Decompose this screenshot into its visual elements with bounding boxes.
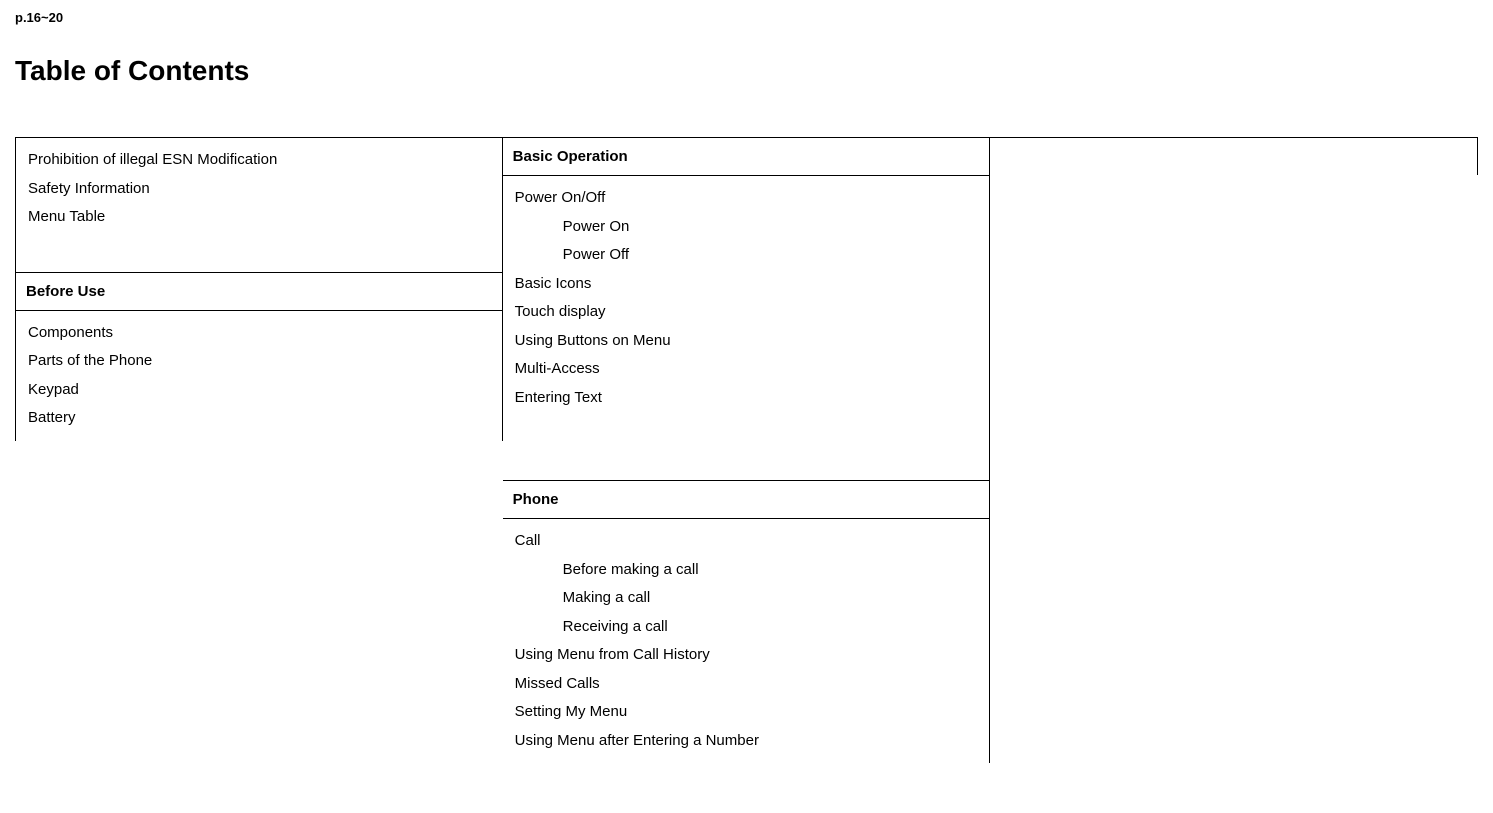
toc-column-3-empty <box>990 137 1478 175</box>
toc-entry: Using Menu after Entering a Number <box>513 727 980 756</box>
toc-section-phone-header: Phone <box>503 481 991 519</box>
toc-entry: Prohibition of illegal ESN Modification <box>26 146 492 175</box>
toc-entry: Menu Table <box>26 203 492 232</box>
toc-entry: Keypad <box>26 376 492 405</box>
toc-entry: Setting My Menu <box>513 698 980 727</box>
toc-entry: Missed Calls <box>513 670 980 699</box>
toc-subentry: Power Off <box>513 241 980 270</box>
toc-entry: Using Menu from Call History <box>513 641 980 670</box>
toc-subentry: Before making a call <box>513 556 980 585</box>
toc-container: Prohibition of illegal ESN Modification … <box>15 137 1478 763</box>
toc-section-intro: Prohibition of illegal ESN Modification … <box>15 137 503 273</box>
page-range-label: p.16~20 <box>15 10 1478 25</box>
toc-entry: Entering Text <box>513 384 980 413</box>
toc-entry: Parts of the Phone <box>26 347 492 376</box>
toc-section-before-use-items: Components Parts of the Phone Keypad Bat… <box>15 311 503 441</box>
section-header-phone: Phone <box>513 489 980 510</box>
toc-entry: Safety Information <box>26 175 492 204</box>
toc-entry: Battery <box>26 404 492 433</box>
toc-column-2: Basic Operation Power On/Off Power On Po… <box>503 137 991 763</box>
toc-entry: Using Buttons on Menu <box>513 327 980 356</box>
toc-subentry: Receiving a call <box>513 613 980 642</box>
toc-subentry: Making a call <box>513 584 980 613</box>
toc-section-phone-items: Call Before making a call Making a call … <box>503 519 991 763</box>
toc-section-basic-operation-header: Basic Operation <box>503 137 991 176</box>
toc-entry: Call <box>513 527 980 556</box>
toc-entry: Power On/Off <box>513 184 980 213</box>
section-header-basic-operation: Basic Operation <box>513 146 980 167</box>
toc-entry: Touch display <box>513 298 980 327</box>
toc-entry: Basic Icons <box>513 270 980 299</box>
toc-entry: Multi-Access <box>513 355 980 384</box>
page-title: Table of Contents <box>15 55 1478 87</box>
toc-column-1: Prohibition of illegal ESN Modification … <box>15 137 503 763</box>
toc-section-before-use-header: Before Use <box>15 273 503 311</box>
toc-subentry: Power On <box>513 213 980 242</box>
section-header-before-use: Before Use <box>26 281 492 302</box>
toc-entry: Components <box>26 319 492 348</box>
spacer <box>513 412 980 472</box>
toc-section-basic-operation-items: Power On/Off Power On Power Off Basic Ic… <box>503 176 991 481</box>
